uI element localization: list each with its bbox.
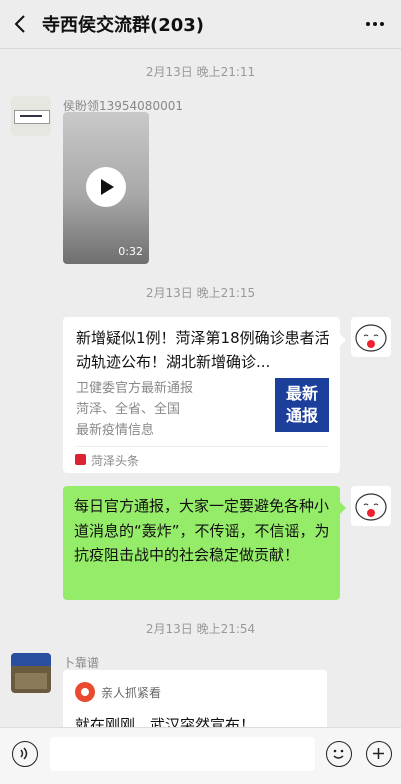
video-duration: 0:32 bbox=[118, 245, 143, 258]
avatar[interactable] bbox=[11, 96, 51, 136]
timestamp: 2月13日 晚上21:15 bbox=[145, 286, 256, 300]
avatar[interactable] bbox=[11, 653, 51, 693]
play-icon[interactable] bbox=[86, 167, 126, 207]
mini-program-icon bbox=[75, 682, 95, 702]
article-description: 卫健委官方最新通报 菏泽、全省、全国 最新疫情信息 bbox=[76, 378, 266, 441]
plus-icon[interactable] bbox=[366, 741, 392, 767]
input-bar bbox=[0, 727, 401, 784]
sender-name: 卜靠谱 bbox=[63, 656, 100, 670]
thumbnail-text: 通报 bbox=[285, 406, 318, 425]
avatar[interactable] bbox=[351, 486, 391, 526]
source-icon bbox=[75, 454, 86, 465]
article-desc-line: 菏泽、全省、全国 bbox=[76, 402, 181, 417]
divider bbox=[75, 446, 328, 447]
timestamp: 2月13日 晚上21:54 bbox=[145, 622, 256, 636]
shared-article-card[interactable]: 新增疑似1例！菏泽第18例确诊患者活动轨迹公布！湖北新增确诊... 卫健委官方最… bbox=[63, 317, 340, 473]
article-source: 菏泽头条 bbox=[91, 454, 140, 468]
chat-title: 寺西侯交流群(203) bbox=[42, 15, 205, 36]
message-text: 每日官方通报，大家一定要避免各种小道消息的“轰炸”，不传谣，不信谣，为抗疫阻击战… bbox=[74, 497, 330, 564]
video-message[interactable]: 0:32 bbox=[63, 112, 149, 264]
thumbnail-text: 最新 bbox=[285, 384, 318, 403]
article-title: 新增疑似1例！菏泽第18例确诊患者活动轨迹公布！湖北新增确诊... bbox=[76, 329, 330, 371]
bubble-tail bbox=[340, 502, 346, 514]
article-desc-line: 卫健委官方最新通报 bbox=[76, 381, 194, 396]
bubble-tail bbox=[340, 334, 346, 346]
voice-icon[interactable] bbox=[12, 741, 38, 767]
mini-program-name: 亲人抓紧看 bbox=[101, 686, 162, 700]
back-arrow-icon[interactable] bbox=[10, 13, 32, 35]
article-thumbnail: 最新 通报 bbox=[275, 378, 329, 432]
text-message-bubble[interactable]: 每日官方通报，大家一定要避免各种小道消息的“轰炸”，不传谣，不信谣，为抗疫阻击战… bbox=[63, 486, 340, 600]
avatar[interactable] bbox=[351, 317, 391, 357]
emoji-icon[interactable] bbox=[326, 741, 352, 767]
message-input[interactable] bbox=[50, 737, 315, 771]
chat-header: 寺西侯交流群(203) bbox=[0, 0, 401, 49]
article-desc-line: 最新疫情信息 bbox=[76, 423, 155, 438]
timestamp: 2月13日 晚上21:11 bbox=[145, 65, 256, 79]
more-icon[interactable] bbox=[363, 12, 387, 36]
